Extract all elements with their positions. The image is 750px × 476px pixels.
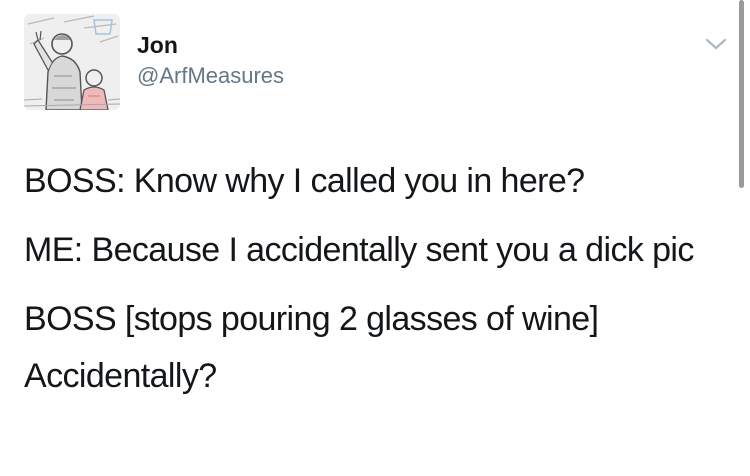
chevron-down-icon [705,38,727,50]
tweet-card: Jon @ArfMeasures BOSS: Know why I called… [0,0,750,476]
tweet-line: BOSS: Know why I called you in here? [24,162,585,200]
avatar[interactable] [24,14,120,110]
scrollbar[interactable] [739,0,744,188]
tweet-text: BOSS: Know why I called you in here? ME:… [24,153,724,417]
tweet-line: BOSS [stops pouring 2 glasses of wine] A… [24,300,599,395]
user-handle[interactable]: @ArfMeasures [137,62,284,90]
tweet-line: ME: Because I accidentally sent you a di… [24,231,694,269]
tweet-author: Jon @ArfMeasures [137,31,284,90]
display-name[interactable]: Jon [137,31,284,59]
avatar-photo-icon [24,14,120,110]
tweet-menu-button[interactable] [702,34,730,54]
